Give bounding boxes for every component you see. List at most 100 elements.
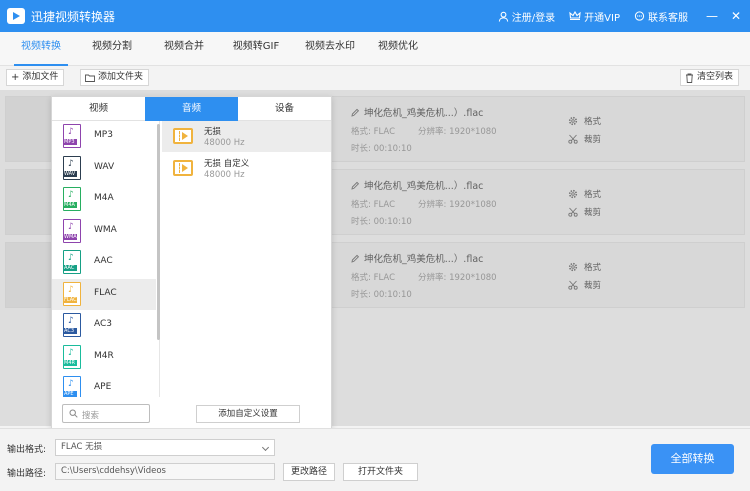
format-action-label: 格式 <box>584 117 602 127</box>
audio-file-icon <box>173 160 193 176</box>
preset-item[interactable]: 无损 48000 Hz <box>162 121 331 152</box>
edit-icon[interactable] <box>351 108 359 117</box>
folder-icon <box>85 74 95 82</box>
convert-all-button[interactable]: 全部转换 <box>651 444 734 474</box>
file-duration-row: 时长: 00:10:10 <box>351 215 412 227</box>
format-tag: AAC <box>63 265 77 271</box>
preset-sample-rate: 48000 Hz <box>204 138 245 148</box>
audio-file-icon <box>173 128 193 144</box>
format-item-wma[interactable]: ♪ WMA WMA <box>52 216 156 247</box>
file-format-row: 格式: FLAC <box>351 125 395 137</box>
file-name: 坤化危机_鸡美危机...）.flac <box>364 108 484 119</box>
music-note-icon: ♪ <box>68 347 74 358</box>
format-name: M4A <box>94 193 114 203</box>
scissors-icon <box>568 134 578 144</box>
change-path-button[interactable]: 更改路径 <box>283 463 335 481</box>
tab-video-split[interactable]: 视频分割 <box>88 32 136 66</box>
scissors-icon <box>568 280 578 290</box>
cut-action-label: 裁剪 <box>584 281 602 291</box>
support-label: 联系客服 <box>648 12 688 24</box>
cut-action-button[interactable]: 裁剪 <box>568 279 601 291</box>
file-format-row: 格式: FLAC <box>351 198 395 210</box>
cut-action-button[interactable]: 裁剪 <box>568 206 601 218</box>
audio-format-icon: ♪ WMA <box>63 218 81 243</box>
format-item-wav[interactable]: ♪ WAV WAV <box>52 153 156 184</box>
search-placeholder: 搜索 <box>82 411 100 421</box>
format-list-scrollbar[interactable] <box>157 124 160 340</box>
open-folder-button[interactable]: 打开文件夹 <box>343 463 418 481</box>
format-item-m4r[interactable]: ♪ M4R M4R <box>52 342 156 373</box>
file-name: 坤化危机_鸡美危机...）.flac <box>364 181 484 192</box>
audio-format-icon: ♪ FLAC <box>63 281 81 306</box>
file-duration: 00:10:10 <box>373 290 412 300</box>
file-duration-row: 时长: 00:10:10 <box>351 288 412 300</box>
file-duration-label: 时长: <box>351 144 371 154</box>
file-format: FLAC <box>373 127 395 137</box>
gear-icon <box>568 116 578 126</box>
add-file-button[interactable]: + 添加文件 <box>6 69 65 86</box>
format-item-m4a[interactable]: ♪ M4A M4A <box>52 184 156 215</box>
file-format: FLAC <box>373 200 395 210</box>
chevron-down-icon <box>261 443 270 452</box>
edit-icon[interactable] <box>351 181 359 190</box>
add-folder-button[interactable]: 添加文件夹 <box>80 69 150 86</box>
output-format-select[interactable]: FLAC 无损 <box>55 439 275 456</box>
file-format-row: 格式: FLAC <box>351 271 395 283</box>
format-action-button[interactable]: 格式 <box>568 115 601 127</box>
add-custom-setting-button[interactable]: 添加自定义设置 <box>196 405 300 423</box>
close-button[interactable]: ✕ <box>726 9 746 23</box>
tab-video-merge[interactable]: 视频合并 <box>160 32 208 66</box>
format-tag: FLAC <box>63 296 77 303</box>
format-search-input[interactable]: 搜索 <box>62 404 150 423</box>
audio-format-icon: ♪ MP3 <box>63 124 81 148</box>
format-name: APE <box>94 382 112 392</box>
music-note-icon: ♪ <box>68 316 74 326</box>
app-title: 迅捷视频转换器 <box>31 9 116 24</box>
scissors-icon <box>568 207 578 217</box>
cut-action-button[interactable]: 裁剪 <box>568 133 601 145</box>
format-item-flac[interactable]: ♪ FLAC FLAC <box>52 278 156 310</box>
format-item-ac3[interactable]: ♪ AC3 AC3 <box>52 310 156 341</box>
popup-tab-audio[interactable]: 音频 <box>145 97 238 121</box>
user-icon <box>498 11 508 22</box>
music-note-icon: ♪ <box>68 158 74 169</box>
format-name: WMA <box>94 224 117 235</box>
file-duration: 00:10:10 <box>373 144 412 154</box>
format-action-label: 格式 <box>584 190 602 200</box>
format-action-button[interactable]: 格式 <box>568 261 601 273</box>
tab-video-convert[interactable]: 视频转换 <box>14 32 68 66</box>
music-note-icon: ♪ <box>68 284 74 295</box>
popup-tab-device[interactable]: 设备 <box>238 97 331 121</box>
preset-item[interactable]: 无损 自定义 48000 Hz <box>162 153 331 184</box>
format-item-aac[interactable]: ♪ AAC AAC <box>52 247 156 278</box>
format-tag: WMA <box>63 233 77 240</box>
trash-icon <box>686 73 693 83</box>
format-list: ♪ MP3 MP3 ♪ WAV WAV ♪ M4A M4A ♪ WMA WMA ♪ AAC AAC ♪ FLAC… <box>52 121 160 397</box>
format-name: FLAC <box>94 287 117 298</box>
format-action-button[interactable]: 格式 <box>568 188 601 200</box>
popup-tab-video[interactable]: 视频 <box>52 97 145 121</box>
search-icon <box>69 409 78 418</box>
title-bar: 迅捷视频转换器 注册/登录 开通VIP 联系客服 — ✕ <box>0 0 750 32</box>
audio-format-icon: ♪ APE <box>63 376 81 397</box>
add-file-label: 添加文件 <box>22 72 59 82</box>
crown-icon <box>569 11 581 21</box>
output-path-label: 输出路径: <box>7 469 47 479</box>
vip-link[interactable]: 开通VIP <box>569 9 620 24</box>
tab-video-gif[interactable]: 视频转GIF <box>228 32 284 66</box>
output-path-field[interactable]: C:\Users\cddehsy\Videos <box>55 463 275 480</box>
login-link[interactable]: 注册/登录 <box>498 9 555 24</box>
music-note-icon: ♪ <box>68 253 74 263</box>
format-item-mp3[interactable]: ♪ MP3 MP3 <box>52 121 156 152</box>
file-resolution: 1920*1080 <box>449 200 497 210</box>
clear-list-button[interactable]: 清空列表 <box>680 69 740 86</box>
file-name-row: 坤化危机_鸡美危机...）.flac <box>351 178 483 192</box>
tab-remove-watermark[interactable]: 视频去水印 <box>302 32 358 66</box>
format-item-ape[interactable]: ♪ APE APE <box>52 373 156 397</box>
music-note-icon: ♪ <box>68 379 74 389</box>
format-tag: M4R <box>63 359 77 366</box>
minimize-button[interactable]: — <box>702 9 722 23</box>
edit-icon[interactable] <box>351 254 359 263</box>
tab-video-optimize[interactable]: 视频优化 <box>374 32 422 66</box>
support-link[interactable]: 联系客服 <box>634 9 688 24</box>
